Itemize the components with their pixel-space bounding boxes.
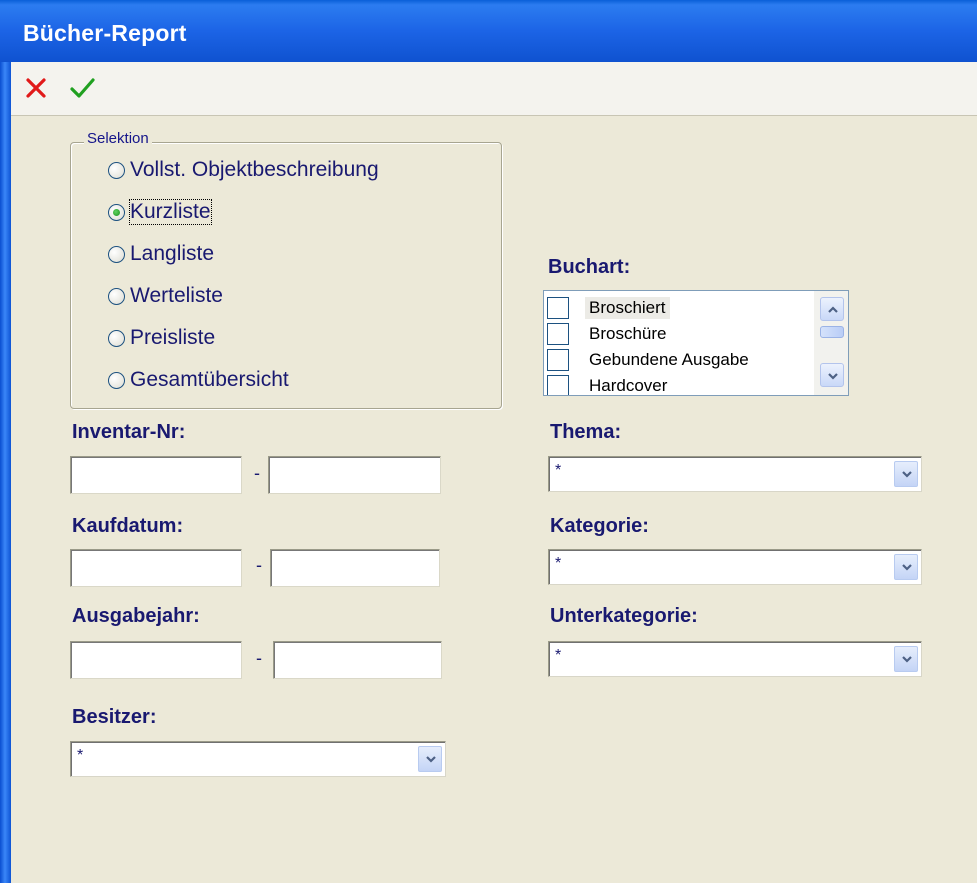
radio-button[interactable] — [108, 329, 125, 347]
chevron-down-icon — [426, 756, 436, 763]
unterkategorie-combobox[interactable]: * — [548, 641, 922, 677]
radio-langliste[interactable]: Langliste — [108, 237, 214, 271]
range-separator: - — [256, 555, 262, 575]
checkbox[interactable] — [547, 323, 569, 345]
list-item-label: Broschiert — [585, 297, 670, 319]
radio-vollst-objektbeschreibung[interactable]: Vollst. Objektbeschreibung — [108, 153, 379, 187]
title-bar: Bücher-Report — [0, 0, 977, 62]
vertical-scrollbar[interactable] — [814, 291, 848, 395]
list-item-label: Hardcover — [589, 376, 668, 395]
radio-button-checked[interactable] — [108, 203, 125, 221]
radio-label: Werteliste — [130, 284, 223, 307]
chevron-down-icon — [902, 471, 912, 478]
toolbar — [11, 62, 977, 116]
scroll-up-button[interactable] — [820, 297, 844, 321]
chevron-down-icon — [902, 564, 912, 571]
combobox-value: * — [555, 647, 562, 664]
ausgabejahr-label: Ausgabejahr: — [72, 605, 200, 627]
chevron-down-icon — [828, 373, 838, 380]
kaufdatum-label: Kaufdatum: — [72, 515, 184, 537]
kaufdatum-from-field[interactable] — [70, 549, 242, 587]
close-icon[interactable] — [20, 72, 52, 104]
radio-button[interactable] — [108, 371, 125, 389]
combobox-value: * — [555, 555, 562, 572]
kategorie-label: Kategorie: — [550, 515, 649, 537]
buchart-listbox[interactable]: Broschiert Broschüre Gebundene Ausgabe H… — [543, 290, 849, 396]
radio-preisliste[interactable]: Preisliste — [108, 321, 215, 355]
unterkategorie-label: Unterkategorie: — [550, 605, 698, 627]
thema-combobox[interactable]: * — [548, 456, 922, 492]
radio-kurzliste[interactable]: Kurzliste — [108, 195, 212, 229]
radio-label: Langliste — [130, 242, 215, 265]
checkbox[interactable] — [547, 297, 569, 319]
thema-label: Thema: — [550, 421, 622, 443]
dropdown-button[interactable] — [418, 746, 442, 772]
list-item[interactable]: Hardcover — [544, 373, 809, 395]
dropdown-button[interactable] — [894, 554, 918, 580]
radio-button[interactable] — [108, 287, 125, 305]
besitzer-label: Besitzer: — [72, 706, 157, 728]
range-separator: - — [254, 463, 260, 483]
inventar-label: Inventar-Nr: — [72, 421, 186, 443]
combobox-value: * — [77, 747, 84, 764]
ausgabejahr-from-field[interactable] — [70, 641, 242, 679]
checkbox[interactable] — [547, 375, 569, 395]
radio-gesamtuebersicht[interactable]: Gesamtübersicht — [108, 363, 289, 397]
list-item[interactable]: Broschüre — [544, 321, 809, 347]
radio-label: Preisliste — [130, 326, 216, 349]
list-item-label: Gebundene Ausgabe — [589, 350, 749, 369]
dropdown-button[interactable] — [894, 646, 918, 672]
radio-label: Kurzliste — [129, 199, 212, 225]
window-title: Bücher-Report — [23, 20, 187, 46]
range-separator: - — [256, 648, 262, 668]
dropdown-button[interactable] — [894, 461, 918, 487]
besitzer-combobox[interactable]: * — [70, 741, 446, 777]
window-frame-left — [0, 62, 11, 883]
list-item[interactable]: Broschiert — [544, 295, 809, 321]
checkmark-icon[interactable] — [66, 72, 98, 104]
list-item-label: Broschüre — [589, 324, 667, 343]
radio-label: Gesamtübersicht — [130, 368, 289, 391]
inventar-to-field[interactable] — [268, 456, 441, 494]
combobox-value: * — [555, 462, 562, 479]
radio-label: Vollst. Objektbeschreibung — [130, 158, 379, 181]
list-item[interactable]: Gebundene Ausgabe — [544, 347, 809, 373]
kaufdatum-to-field[interactable] — [270, 549, 440, 587]
scroll-thumb[interactable] — [820, 326, 844, 338]
chevron-down-icon — [902, 656, 912, 663]
radio-button[interactable] — [108, 161, 125, 179]
radio-werteliste[interactable]: Werteliste — [108, 279, 223, 313]
scroll-down-button[interactable] — [820, 363, 844, 387]
buchart-label: Buchart: — [548, 256, 631, 278]
kategorie-combobox[interactable]: * — [548, 549, 922, 585]
ausgabejahr-to-field[interactable] — [273, 641, 442, 679]
selektion-legend: Selektion — [84, 130, 152, 147]
inventar-from-field[interactable] — [70, 456, 242, 494]
chevron-up-icon — [828, 306, 838, 313]
radio-button[interactable] — [108, 245, 125, 263]
checkbox[interactable] — [547, 349, 569, 371]
